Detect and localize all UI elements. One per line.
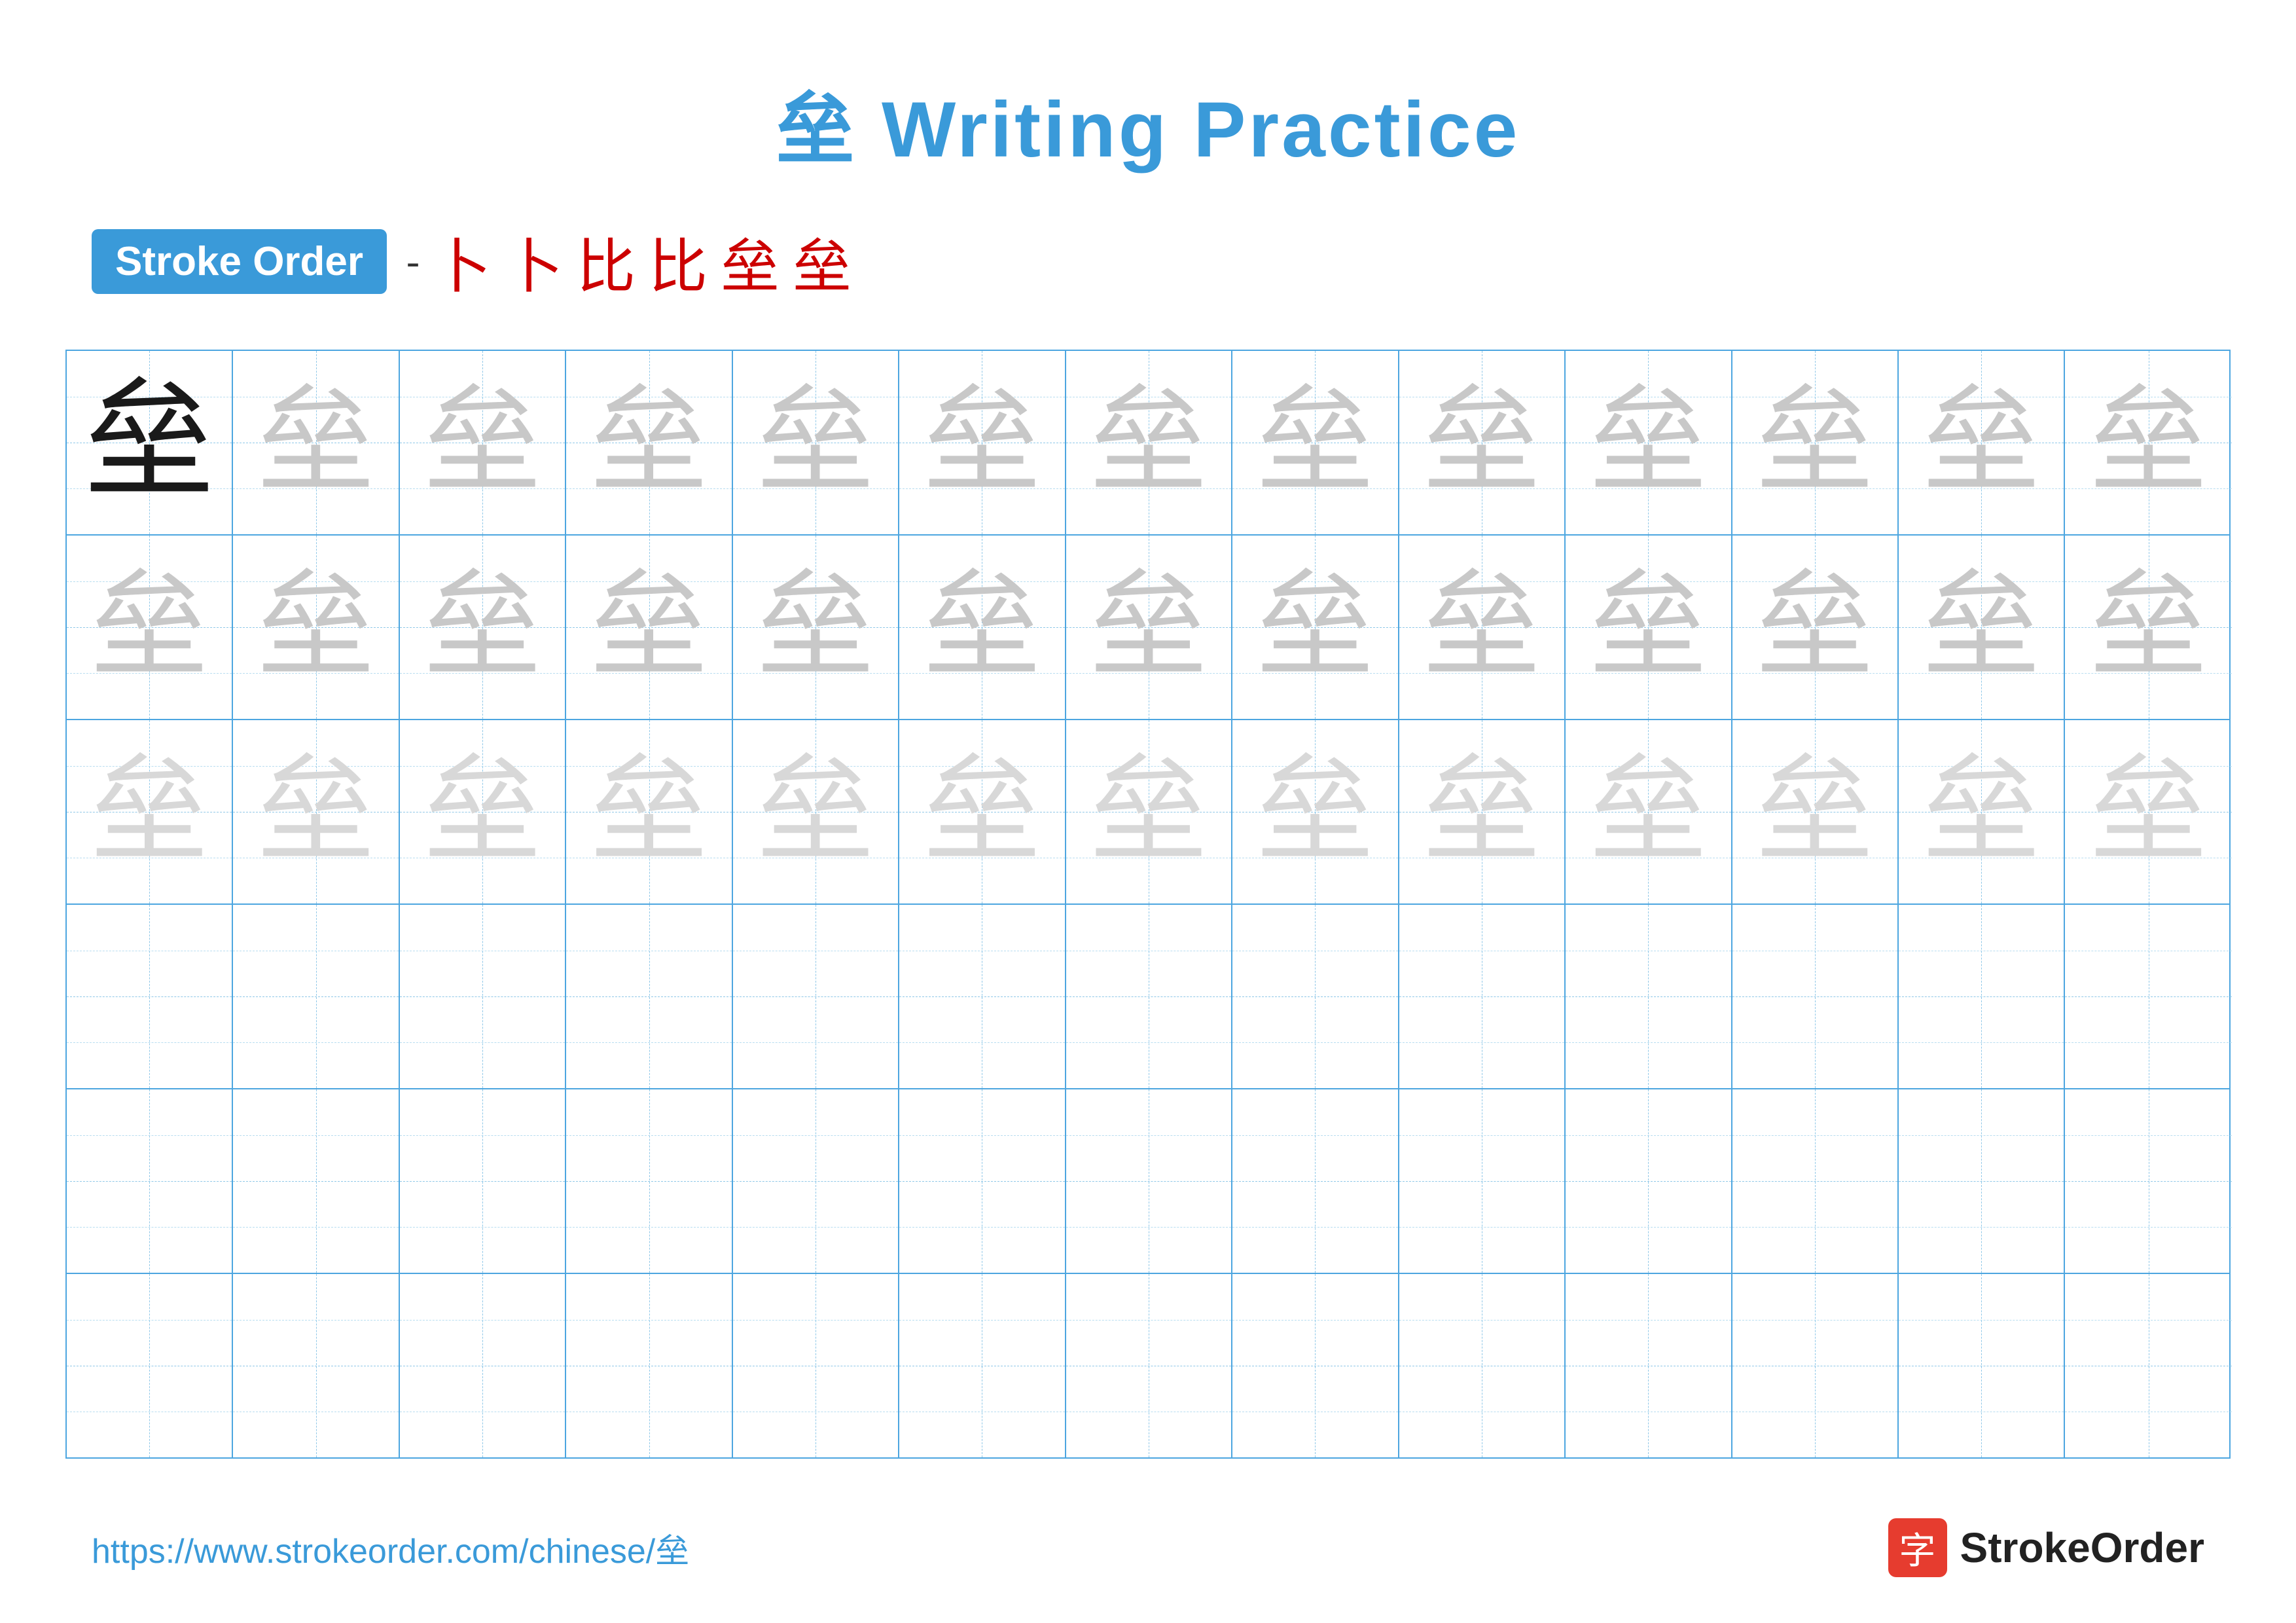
grid-cell[interactable] (1566, 905, 1732, 1088)
practice-grid: 垒 垒 垒 垒 垒 垒 垒 垒 垒 垒 垒 垒 垒 垒 垒 垒 垒 垒 垒 垒 … (65, 350, 2231, 1459)
grid-cell: 垒 (2065, 536, 2231, 719)
grid-row-2: 垒 垒 垒 垒 垒 垒 垒 垒 垒 垒 垒 垒 垒 (67, 536, 2229, 720)
grid-cell: 垒 (233, 720, 399, 903)
grid-row-6 (67, 1274, 2229, 1457)
grid-cell: 垒 (2065, 351, 2231, 534)
grid-cell[interactable] (1899, 1089, 2065, 1273)
footer-logo: 字 StrokeOrder (1888, 1518, 2204, 1577)
grid-cell[interactable] (1899, 905, 2065, 1088)
grid-cell: 垒 (400, 351, 566, 534)
grid-cell[interactable] (2065, 905, 2231, 1088)
grid-cell: 垒 (1232, 536, 1399, 719)
grid-cell[interactable] (566, 1089, 732, 1273)
grid-cell: 垒 (400, 720, 566, 903)
grid-cell: 垒 (1899, 536, 2065, 719)
grid-cell[interactable] (899, 905, 1066, 1088)
grid-cell: 垒 (400, 536, 566, 719)
logo-icon: 字 (1888, 1518, 1947, 1577)
grid-cell: 垒 (2065, 720, 2231, 903)
grid-cell[interactable] (899, 1089, 1066, 1273)
grid-cell: 垒 (1066, 351, 1232, 534)
grid-cell[interactable] (733, 1089, 899, 1273)
stroke-order-section: Stroke Order - 卜 卜 比 比 垒 垒 (0, 179, 2296, 330)
grid-cell: 垒 (733, 720, 899, 903)
grid-cell[interactable] (1399, 1089, 1566, 1273)
grid-cell[interactable] (400, 1274, 566, 1457)
grid-cell[interactable] (1399, 905, 1566, 1088)
grid-cell[interactable] (400, 1089, 566, 1273)
grid-cell[interactable] (1232, 1089, 1399, 1273)
grid-cell: 垒 (67, 536, 233, 719)
grid-cell: 垒 (566, 720, 732, 903)
grid-cell[interactable] (1232, 1274, 1399, 1457)
grid-cell: 垒 (566, 351, 732, 534)
grid-cell[interactable] (2065, 1089, 2231, 1273)
grid-cell: 垒 (1399, 536, 1566, 719)
footer: https://www.strokeorder.com/chinese/垒 字 … (0, 1518, 2296, 1577)
grid-cell: 垒 (1566, 720, 1732, 903)
grid-cell: 垒 (1232, 720, 1399, 903)
grid-cell: 垒 (233, 536, 399, 719)
grid-cell[interactable] (1566, 1274, 1732, 1457)
page-title: 垒 Writing Practice (0, 0, 2296, 179)
grid-cell[interactable] (67, 905, 233, 1088)
grid-cell[interactable] (2065, 1274, 2231, 1457)
grid-cell[interactable] (67, 1089, 233, 1273)
grid-cell: 垒 (1732, 720, 1899, 903)
grid-cell[interactable] (1066, 1274, 1232, 1457)
grid-cell[interactable] (1066, 905, 1232, 1088)
grid-cell: 垒 (899, 351, 1066, 534)
grid-row-4 (67, 905, 2229, 1089)
grid-cell: 垒 (1566, 536, 1732, 719)
grid-row-1: 垒 垒 垒 垒 垒 垒 垒 垒 垒 垒 垒 垒 垒 (67, 351, 2229, 536)
grid-cell: 垒 (1399, 351, 1566, 534)
stroke-order-badge: Stroke Order (92, 229, 387, 294)
grid-cell: 垒 (1899, 351, 2065, 534)
grid-cell: 垒 (1732, 351, 1899, 534)
grid-cell: 垒 (1066, 720, 1232, 903)
footer-url: https://www.strokeorder.com/chinese/垒 (92, 1523, 689, 1573)
grid-cell[interactable] (1566, 1089, 1732, 1273)
grid-cell: 垒 (733, 351, 899, 534)
grid-cell: 垒 (233, 351, 399, 534)
grid-cell[interactable] (233, 1274, 399, 1457)
grid-cell: 垒 (899, 720, 1066, 903)
grid-cell: 垒 (733, 536, 899, 719)
grid-cell[interactable] (1899, 1274, 2065, 1457)
grid-cell[interactable] (400, 905, 566, 1088)
grid-cell[interactable] (733, 1274, 899, 1457)
stroke-order-chars: - 卜 卜 比 比 垒 垒 (406, 219, 852, 304)
grid-cell[interactable] (1232, 905, 1399, 1088)
grid-cell: 垒 (1566, 351, 1732, 534)
grid-cell[interactable] (1732, 1274, 1899, 1457)
grid-cell: 垒 (1066, 536, 1232, 719)
grid-cell: 垒 (1899, 720, 2065, 903)
grid-cell: 垒 (67, 720, 233, 903)
grid-cell: 垒 (1732, 536, 1899, 719)
grid-cell[interactable] (1399, 1274, 1566, 1457)
grid-cell: 垒 (1399, 720, 1566, 903)
grid-row-5 (67, 1089, 2229, 1274)
logo-label: StrokeOrder (1960, 1523, 2204, 1572)
grid-cell[interactable] (899, 1274, 1066, 1457)
grid-cell[interactable] (566, 1274, 732, 1457)
grid-cell[interactable] (67, 1274, 233, 1457)
grid-cell: 垒 (67, 351, 233, 534)
grid-cell: 垒 (1232, 351, 1399, 534)
grid-row-3: 垒 垒 垒 垒 垒 垒 垒 垒 垒 垒 垒 垒 垒 (67, 720, 2229, 905)
grid-cell[interactable] (1066, 1089, 1232, 1273)
grid-cell[interactable] (566, 905, 732, 1088)
grid-cell[interactable] (233, 1089, 399, 1273)
grid-cell: 垒 (899, 536, 1066, 719)
grid-cell: 垒 (566, 536, 732, 719)
grid-cell[interactable] (1732, 905, 1899, 1088)
grid-cell[interactable] (233, 905, 399, 1088)
grid-cell[interactable] (733, 905, 899, 1088)
grid-cell[interactable] (1732, 1089, 1899, 1273)
